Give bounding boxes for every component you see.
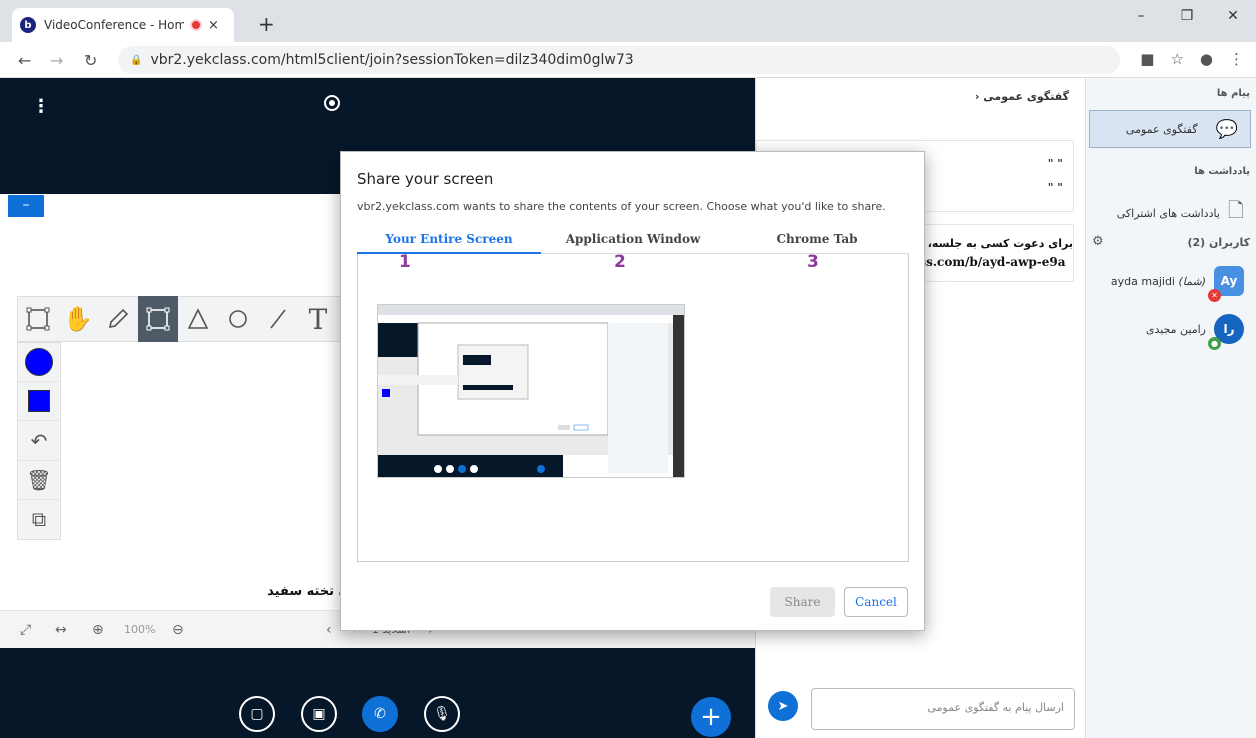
cancel-button[interactable]: Cancel: [844, 587, 908, 617]
user-name: ayda majidi: [1110, 274, 1175, 288]
browser-tab-bar: b VideoConference - Home Ro × + – ❐ ✕: [0, 0, 1256, 42]
triangle-tool-icon[interactable]: [178, 296, 218, 342]
share-source-panel: [357, 254, 909, 562]
public-chat-item[interactable]: گفتگوی عمومی 💬: [1089, 110, 1251, 148]
chat-message: " ": [1047, 157, 1063, 170]
shared-notes-item[interactable]: یادداشت های اشتراکی 🗋: [1117, 196, 1244, 230]
gear-icon[interactable]: ⚙: [1092, 234, 1104, 249]
record-button[interactable]: [324, 95, 340, 111]
camera-off-icon[interactable]: ▣: [301, 696, 337, 732]
zoom-out-icon[interactable]: ⊖: [172, 622, 184, 638]
zoom-in-icon[interactable]: ⊕: [92, 622, 104, 638]
site-favicon-icon: b: [20, 17, 36, 33]
avatar: را ●: [1208, 314, 1244, 350]
forward-icon[interactable]: →: [50, 51, 63, 70]
tab-close-button[interactable]: ×: [208, 18, 219, 33]
fill-picker[interactable]: [18, 382, 60, 422]
send-icon[interactable]: ➤: [768, 691, 798, 721]
fit-width-icon[interactable]: ↔: [55, 622, 67, 638]
whiteboard-side-tools: ↶ 🗑 ⧉: [17, 342, 61, 540]
whiteboard-toolbar: ✋ T: [17, 296, 343, 342]
tab-chrome-tab[interactable]: Chrome Tab: [725, 224, 909, 254]
invite-text: برای دعوت کسی به جلسه، این: [906, 237, 1073, 250]
lock-icon: 🔒: [130, 54, 143, 66]
pencil-tool-icon[interactable]: [98, 296, 138, 342]
tab-application-window[interactable]: Application Window: [541, 224, 725, 254]
tab-title: VideoConference - Home Ro: [44, 18, 184, 32]
share-button[interactable]: Share: [770, 587, 835, 617]
line-tool-icon[interactable]: [258, 296, 298, 342]
options-menu-icon[interactable]: ⋮: [32, 96, 50, 117]
window-controls: – ❐ ✕: [1118, 0, 1256, 32]
minimize-button[interactable]: –: [1118, 0, 1164, 32]
text-tool-icon[interactable]: T: [298, 296, 338, 342]
messages-section-title: پیام ها: [1216, 88, 1250, 99]
dialog-title: Share your screen: [357, 170, 494, 188]
public-chat-label: گفتگوی عمومی: [1125, 122, 1198, 136]
previous-slide-icon[interactable]: ‹: [326, 622, 332, 638]
avatar-initials: را: [1223, 322, 1235, 336]
undo-icon[interactable]: ↶: [18, 421, 60, 461]
chat-message: " ": [1047, 181, 1063, 194]
user-name: رامین مجیدی: [1145, 322, 1206, 336]
chat-input[interactable]: ارسال پیام به گفتگوی عمومی: [811, 688, 1075, 730]
chat-bubble-icon: 💬: [1215, 118, 1238, 140]
recording-icon: [190, 19, 202, 31]
minimize-presentation-button[interactable]: –: [8, 195, 44, 217]
listen-only-badge-icon: ●: [1208, 337, 1221, 350]
tab-entire-screen[interactable]: Your Entire Screen: [357, 224, 541, 254]
fill-swatch-icon: [28, 390, 50, 413]
muted-mic-badge-icon: ✕: [1208, 289, 1221, 302]
trash-icon[interactable]: 🗑: [18, 461, 60, 500]
color-picker[interactable]: [18, 343, 60, 383]
invite-link[interactable]: lass.com/b/ayd-awp-e9a: [907, 255, 1066, 269]
profile-icon[interactable]: ●: [1200, 50, 1213, 68]
bookmark-star-icon[interactable]: ☆: [1170, 50, 1183, 68]
hand-tool-icon[interactable]: ✋: [58, 296, 98, 342]
rectangle-tool-icon[interactable]: [138, 296, 178, 342]
new-tab-button[interactable]: +: [258, 12, 275, 36]
share-source-tabs: Your Entire Screen Application Window Ch…: [357, 224, 909, 254]
actions-plus-button[interactable]: +: [691, 697, 731, 737]
url-text: vbr2.yekclass.com/html5client/join?sessi…: [150, 52, 634, 68]
menu-icon[interactable]: ⋮: [1229, 50, 1244, 68]
avatar: Ay ✕: [1208, 266, 1244, 302]
camera-indicator-icon[interactable]: ■: [1140, 50, 1154, 68]
close-window-button[interactable]: ✕: [1210, 0, 1256, 32]
back-icon[interactable]: ←: [18, 51, 31, 70]
phone-icon[interactable]: ✆: [362, 696, 398, 732]
address-bar-row: ← → ↻ 🔒 vbr2.yekclass.com/html5client/jo…: [0, 42, 1256, 78]
notes-section-title: یادداشت ها: [1194, 166, 1250, 177]
ellipse-tool-icon[interactable]: [218, 296, 258, 342]
chat-header[interactable]: گفتگوی عمومی ‹: [975, 90, 1069, 103]
chat-header-title: گفتگوی عمومی: [983, 90, 1069, 103]
url-field[interactable]: 🔒 vbr2.yekclass.com/html5client/join?ses…: [118, 46, 1120, 74]
dialog-subtitle: vbr2.yekclass.com wants to share the con…: [357, 200, 886, 213]
screen-thumbnail[interactable]: [377, 304, 685, 478]
users-section-title: کاربران (2): [1187, 236, 1250, 249]
users-panel: پیام ها گفتگوی عمومی 💬 یادداشت ها یادداش…: [1085, 78, 1256, 738]
restore-button[interactable]: ❐: [1164, 0, 1210, 32]
share-screen-icon[interactable]: ▢: [239, 696, 275, 732]
select-tool-icon[interactable]: [18, 296, 58, 342]
reload-icon[interactable]: ↻: [84, 51, 97, 70]
document-icon: 🗋: [1227, 198, 1244, 222]
user-you-label: (شما): [1178, 274, 1206, 288]
avatar-initials: Ay: [1220, 274, 1238, 288]
multi-user-whiteboard-icon[interactable]: ⧉: [18, 500, 60, 539]
user-item-ayda[interactable]: (شما) ayda majidi Ay ✕: [1110, 266, 1244, 302]
share-screen-dialog: Share your screen vbr2.yekclass.com want…: [340, 151, 925, 631]
shared-notes-label: یادداشت های اشتراکی: [1116, 206, 1220, 220]
zoom-level: 100%: [124, 623, 156, 636]
color-swatch-icon: [25, 348, 53, 377]
user-item-ramin[interactable]: رامین مجیدی را ●: [1145, 314, 1244, 350]
browser-tab[interactable]: b VideoConference - Home Ro ×: [12, 8, 234, 42]
microphone-off-icon[interactable]: 🎙: [424, 696, 460, 732]
app-stage: ⋮ – ✋ T ↶ 🗑 ⧉ تخته سفید ⤢ ↔ ⊕ 100% ⊖ ‹ ▢…: [0, 78, 1256, 738]
fullscreen-icon[interactable]: ⤢: [20, 622, 31, 638]
